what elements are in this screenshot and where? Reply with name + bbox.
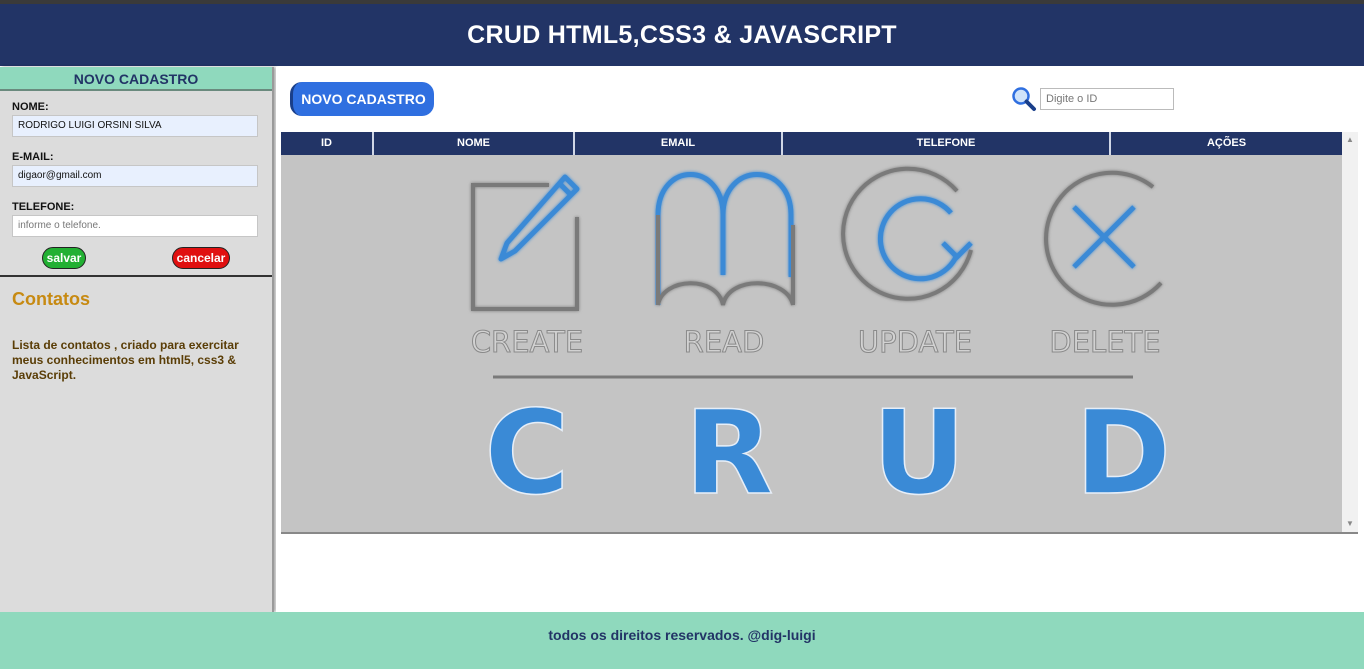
letter-d: D (1075, 386, 1171, 521)
table-scrollbar[interactable]: ▲ ▼ (1342, 132, 1358, 532)
contacts-description: Lista de contatos , criado para exercita… (12, 338, 239, 382)
new-record-button[interactable]: NOVO CADASTRO (290, 82, 434, 116)
book-icon (655, 172, 795, 306)
save-button[interactable]: salvar (42, 247, 86, 269)
contacts-table: ID NOME EMAIL TELEFONE AÇÕES CREATE READ… (281, 132, 1358, 534)
name-label: NOME: (12, 101, 49, 113)
refresh-icon (841, 166, 973, 301)
search-icon[interactable] (1011, 86, 1037, 112)
form-buttons: salvar cancelar (12, 247, 260, 271)
column-header-email: EMAIL (575, 132, 783, 155)
read-label: READ (684, 325, 765, 359)
cancel-button[interactable]: cancelar (172, 247, 230, 269)
table-header: ID NOME EMAIL TELEFONE AÇÕES (281, 132, 1342, 155)
scroll-up-arrow-icon[interactable]: ▲ (1345, 135, 1355, 145)
scroll-down-arrow-icon[interactable]: ▼ (1345, 519, 1355, 529)
pencil-icon (471, 174, 580, 311)
table-body: CREATE READ UPDATE DELETE C R U D (281, 155, 1342, 532)
column-header-name: NOME (374, 132, 575, 155)
letter-c: C (484, 386, 569, 521)
crud-banner-image: CREATE READ UPDATE DELETE C R U D (470, 166, 1172, 522)
email-field[interactable]: digaor@gmail.com (12, 165, 258, 187)
page-footer: todos os direitos reservados. @dig-luigi (0, 612, 1364, 669)
name-field[interactable]: RODRIGO LUIGI ORSINI SILVA (12, 115, 258, 137)
letter-u: U (872, 386, 966, 521)
letter-r: R (684, 386, 773, 521)
create-label: CREATE (471, 325, 583, 359)
delete-x-icon (1044, 170, 1163, 307)
search-input[interactable]: Digite o ID (1040, 88, 1174, 110)
contacts-title: Contatos (12, 289, 90, 309)
registration-form: NOME: RODRIGO LUIGI ORSINI SILVA E-MAIL:… (0, 91, 272, 277)
page-title: CRUD HTML5,CSS3 & JAVASCRIPT (467, 21, 897, 49)
update-label: UPDATE (858, 325, 972, 359)
delete-label: DELETE (1049, 325, 1160, 359)
footer-text: todos os direitos reservados. @dig-luigi (548, 627, 816, 643)
phone-label: TELEFONE: (12, 201, 75, 213)
sidebar: NOVO CADASTRO NOME: RODRIGO LUIGI ORSINI… (0, 67, 274, 612)
phone-field[interactable]: informe o telefone. (12, 215, 258, 237)
page-header: CRUD HTML5,CSS3 & JAVASCRIPT (0, 4, 1364, 66)
email-label: E-MAIL: (12, 151, 54, 163)
column-header-id: ID (281, 132, 374, 155)
main-content: NOVO CADASTRO Digite o ID ID NOME EMAIL … (276, 67, 1364, 612)
column-header-actions: AÇÕES (1206, 137, 1247, 149)
sidebar-title: NOVO CADASTRO (0, 67, 272, 91)
column-header-phone: TELEFONE (783, 132, 1111, 155)
